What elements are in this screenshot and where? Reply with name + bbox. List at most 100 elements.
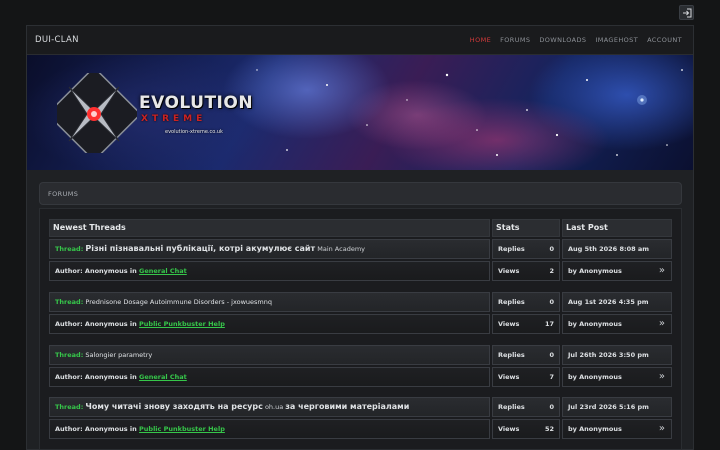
thread-title-suffix: Main Academy — [315, 245, 365, 253]
views-count: 7 — [549, 373, 554, 381]
thread-title-line: Thread: Salongier parametry — [55, 351, 152, 359]
nav-menu: HOME FORUMS DOWNLOADS IMAGEHOST ACCOUNT — [470, 36, 682, 44]
logo-title: EVOLUTION — [139, 93, 254, 113]
thread-author-row: Author: Anonymous in Public Punkbuster H… — [49, 419, 490, 439]
thread-title[interactable]: Чому читачі знову заходять на ресурс — [85, 402, 262, 411]
thread-title-row[interactable]: Thread: Salongier parametry — [49, 345, 490, 365]
thread-title-row[interactable]: Thread: Prednisone Dosage Autoimmune Dis… — [49, 292, 490, 312]
thread-title[interactable]: Різні пізнавальні публікації, котрі акум… — [85, 244, 315, 253]
header-label: Newest Threads — [53, 223, 126, 232]
last-post-author: by Anonymous — [568, 425, 622, 433]
last-post-date: Aug 5th 2026 8:08 am — [568, 245, 650, 253]
last-post-date-cell: Aug 5th 2026 8:08 am — [562, 239, 672, 259]
thread-title-end[interactable]: за черговими матеріалами — [285, 402, 409, 411]
thread-title-row[interactable]: Thread: Чому читачі знову заходять на ре… — [49, 397, 490, 417]
double-chevron-right-icon[interactable]: » — [659, 423, 665, 434]
views-cell: Views 52 — [492, 419, 560, 439]
replies-cell: Replies 0 — [492, 292, 560, 312]
last-post-author-cell: by Anonymous » — [562, 314, 672, 334]
thread-label: Thread: — [55, 403, 84, 411]
views-label: Views — [498, 267, 520, 275]
nav-forums[interactable]: FORUMS — [500, 36, 530, 44]
thread-label: Thread: — [55, 298, 84, 306]
views-label: Views — [498, 373, 520, 381]
replies-label: Replies — [498, 298, 525, 306]
thread-title-line: Thread: Різні пізнавальні публікації, ко… — [55, 244, 365, 253]
thread-title-domain: oh.ua — [262, 403, 286, 411]
sign-in-icon — [682, 8, 691, 17]
forum-link[interactable]: Public Punkbuster Help — [139, 320, 225, 328]
replies-count: 0 — [549, 298, 554, 306]
nav-imagehost[interactable]: IMAGEHOST — [595, 36, 638, 44]
newest-threads-panel: Newest Threads Stats Last Post Thread: Р… — [39, 208, 682, 450]
author-prefix: Author: Anonymous in — [55, 320, 140, 328]
thread-title[interactable]: Prednisone Dosage Autoimmune Disorders -… — [85, 298, 272, 306]
x-emblem-icon — [57, 73, 137, 153]
header-label: Last Post — [566, 223, 608, 232]
thread-author-row: Author: Anonymous in General Chat — [49, 261, 490, 281]
views-label: Views — [498, 425, 520, 433]
thread-title[interactable]: Salongier parametry — [85, 351, 152, 359]
header-stats: Stats — [492, 219, 560, 237]
header-last-post: Last Post — [562, 219, 672, 237]
views-count: 52 — [544, 425, 554, 433]
site-container: DUI-CLAN HOME FORUMS DOWNLOADS IMAGEHOST… — [26, 25, 694, 450]
forum-link[interactable]: General Chat — [139, 267, 187, 275]
site-logo[interactable]: EVOLUTION XTREME evolution-xtreme.co.uk — [57, 73, 253, 153]
author-line: Author: Anonymous in General Chat — [55, 267, 187, 275]
last-post-date-cell: Aug 1st 2026 4:35 pm — [562, 292, 672, 312]
header-newest-threads: Newest Threads — [49, 219, 490, 237]
replies-count: 0 — [549, 403, 554, 411]
double-chevron-right-icon[interactable]: » — [659, 265, 665, 276]
double-chevron-right-icon[interactable]: » — [659, 371, 665, 382]
views-label: Views — [498, 320, 520, 328]
replies-cell: Replies 0 — [492, 345, 560, 365]
last-post-author: by Anonymous — [568, 373, 622, 381]
last-post-date: Jul 26th 2026 3:50 pm — [568, 351, 649, 359]
replies-label: Replies — [498, 403, 525, 411]
sign-in-button[interactable] — [679, 5, 694, 20]
thread-author-row: Author: Anonymous in General Chat — [49, 367, 490, 387]
thread-author-row: Author: Anonymous in Public Punkbuster H… — [49, 314, 490, 334]
nav-home[interactable]: HOME — [470, 36, 491, 44]
thread-label: Thread: — [55, 245, 84, 253]
author-line: Author: Anonymous in General Chat — [55, 373, 187, 381]
views-count: 17 — [544, 320, 554, 328]
navbar: DUI-CLAN HOME FORUMS DOWNLOADS IMAGEHOST… — [27, 26, 693, 55]
forum-link[interactable]: Public Punkbuster Help — [139, 425, 225, 433]
last-post-author-cell: by Anonymous » — [562, 367, 672, 387]
nav-account[interactable]: ACCOUNT — [647, 36, 682, 44]
site-brand[interactable]: DUI-CLAN — [35, 35, 79, 45]
last-post-author-cell: by Anonymous » — [562, 419, 672, 439]
breadcrumb-forums[interactable]: FORUMS — [48, 190, 78, 198]
breadcrumb: FORUMS — [39, 182, 682, 205]
last-post-author: by Anonymous — [568, 267, 622, 275]
views-count: 2 — [549, 267, 554, 275]
replies-count: 0 — [549, 245, 554, 253]
thread-title-row[interactable]: Thread: Різні пізнавальні публікації, ко… — [49, 239, 490, 259]
nav-downloads[interactable]: DOWNLOADS — [539, 36, 586, 44]
views-cell: Views 17 — [492, 314, 560, 334]
views-cell: Views 7 — [492, 367, 560, 387]
replies-label: Replies — [498, 245, 525, 253]
author-prefix: Author: Anonymous in — [55, 267, 140, 275]
last-post-date-cell: Jul 23rd 2026 5:16 pm — [562, 397, 672, 417]
logo-url: evolution-xtreme.co.uk — [165, 129, 223, 135]
replies-count: 0 — [549, 351, 554, 359]
thread-title-line: Thread: Prednisone Dosage Autoimmune Dis… — [55, 298, 272, 306]
thread-label: Thread: — [55, 351, 84, 359]
views-cell: Views 2 — [492, 261, 560, 281]
header-label: Stats — [496, 223, 520, 232]
replies-cell: Replies 0 — [492, 397, 560, 417]
replies-label: Replies — [498, 351, 525, 359]
thread-title-line: Thread: Чому читачі знову заходять на ре… — [55, 402, 409, 411]
double-chevron-right-icon[interactable]: » — [659, 318, 665, 329]
author-prefix: Author: Anonymous in — [55, 425, 140, 433]
forum-main: FORUMS Newest Threads Stats Last Post Th… — [39, 182, 682, 450]
last-post-date: Jul 23rd 2026 5:16 pm — [568, 403, 649, 411]
last-post-date-cell: Jul 26th 2026 3:50 pm — [562, 345, 672, 365]
author-prefix: Author: Anonymous in — [55, 373, 140, 381]
replies-cell: Replies 0 — [492, 239, 560, 259]
forum-link[interactable]: General Chat — [139, 373, 187, 381]
logo-subtitle: XTREME — [141, 114, 207, 124]
